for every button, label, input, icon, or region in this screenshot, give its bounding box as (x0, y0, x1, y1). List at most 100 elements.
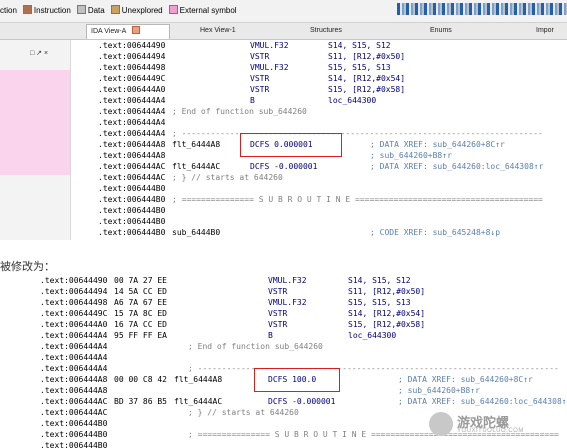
xref-comment[interactable]: ; DATA XREF: sub_644260:loc_644308↑r (398, 396, 567, 407)
comment: ; =============== S U B R O U T I N E ==… (172, 195, 543, 204)
tab-label: Structures (310, 27, 342, 34)
code-line[interactable]: .text:00644498 A6 7A 67 EE VMUL.F32 S15, S1… (30, 297, 567, 308)
address: .text:006444A4 (98, 96, 166, 105)
comment: ; End of function sub_644260 (172, 107, 307, 116)
code-line[interactable]: .text:006444A4 ; End of function sub_6442… (30, 341, 567, 352)
address: .text:006444A8 (40, 386, 108, 395)
comment: ; } // starts at 644260 (188, 408, 299, 417)
code-line[interactable]: .text:006444A4 (30, 352, 567, 363)
navigation-band[interactable] (397, 3, 567, 15)
legend-swatch (110, 5, 120, 14)
operands: S14, [R12,#0x54] (348, 309, 426, 318)
address: .text:00644494 (40, 287, 108, 296)
operands: loc_644300 (328, 96, 377, 105)
panel-controls[interactable]: □ ↗ × (30, 49, 48, 57)
mnemonic: VMUL.F32 (250, 41, 289, 50)
highlight-box (240, 133, 342, 157)
code-line[interactable]: .text:006444B0 (88, 205, 567, 216)
code-line[interactable]: .text:006444A4 ; End of function sub_6442… (88, 106, 567, 117)
code-line[interactable]: .text:006444B0 (30, 440, 567, 448)
address: .text:006444A4 (98, 118, 166, 127)
xref-comment[interactable]: ; sub_644260+B8↑r (370, 150, 452, 161)
mnemonic: VSTR (268, 320, 288, 329)
code-line[interactable]: .text:00644490 00 7A 27 EE VMUL.F32 S14, S1… (30, 275, 567, 286)
watermark: 游戏陀螺 YOUXITUOLUO.COM (429, 412, 559, 438)
address: .text:00644498 (98, 63, 166, 72)
label[interactable]: flt_6444AC (174, 396, 222, 407)
tab-label: IDA View-A (91, 28, 127, 35)
opcode-bytes: BD 37 86 B5 (114, 397, 167, 406)
legend-label: Instruction (33, 6, 71, 15)
code-line[interactable]: .text:006444AC flt_6444AC DCFS -0.000001 ; … (88, 161, 567, 172)
mnemonic: B (268, 331, 273, 340)
address: .text:006444A8 (40, 375, 108, 384)
address: .text:006444B0 (40, 430, 108, 439)
tab-structures[interactable]: Structures (306, 24, 390, 38)
tab-ida-view-a[interactable]: IDA View-A (86, 24, 170, 39)
legend-item: Data (76, 0, 105, 22)
legend-bar: ction Instruction Data Unexplored External s… (0, 0, 567, 23)
label[interactable]: flt_6444A8 (172, 139, 220, 150)
xref-comment[interactable]: ; DATA XREF: sub_644260:loc_644308↑r (370, 161, 543, 172)
tab-hex-view[interactable]: Hex View-1 (196, 24, 280, 38)
code-line[interactable]: .text:0064449C 15 7A 8C ED VSTR S14, [R12,#… (30, 308, 567, 319)
address: .text:006444B0 (98, 238, 165, 240)
address: .text:00644494 (98, 52, 166, 61)
label[interactable]: sub_6444B0 (172, 227, 220, 238)
code-line[interactable]: .text:00644490 VMUL.F32 S14, S15, S12 (88, 40, 567, 51)
code-line[interactable]: .text:006444B0 sub_6444B0 ; CODE XREF: sub… (88, 227, 567, 238)
close-icon[interactable] (132, 26, 141, 34)
opcode-bytes: 00 7A 27 EE (114, 276, 167, 285)
xref-comment[interactable]: ; sub_644260+B8↑r (398, 385, 480, 396)
code-line[interactable]: .text:00644494 VSTR S11, [R12,#0x50] (88, 51, 567, 62)
mnemonic: DCFS -0.000001 (268, 397, 336, 406)
mnemonic: VSTR (250, 85, 270, 94)
code-line[interactable]: .text:00644494 14 5A CC ED VSTR S11, [R12,#… (30, 286, 567, 297)
legend-label: External symbol (179, 6, 237, 15)
code-line[interactable]: .text:006444B0 (88, 216, 567, 227)
mnemonic: VMUL.F32 (250, 63, 289, 72)
address: .text:006444B0 (40, 441, 108, 448)
disassembly-view-before[interactable]: .text:00644490 VMUL.F32 S14, S15, S12 .text… (88, 40, 567, 240)
tab-label: Impor (536, 27, 554, 34)
label[interactable]: flt_6444A8 (174, 374, 222, 385)
operands: S15, S15, S13 (328, 63, 391, 72)
xref-comment[interactable]: ; sub_713A3C+58↓p ... (370, 238, 471, 240)
opcode-bytes: 16 7A CC ED (114, 320, 167, 329)
xref-comment[interactable]: ; DATA XREF: sub_644260+8C↑r (370, 139, 505, 150)
code-line[interactable]: .text:006444AC BD 37 86 B5 flt_6444AC DCFS … (30, 396, 567, 407)
caption-text: 被修改为： (0, 261, 55, 273)
opcode-bytes: 15 7A 8C ED (114, 309, 167, 318)
code-line[interactable]: .text:006444B0 ; =============== S U B R … (88, 194, 567, 205)
legend-item: Instruction (22, 0, 71, 22)
code-line[interactable]: .text:006444A0 VSTR S15, [R12,#0x58] (88, 84, 567, 95)
code-line[interactable]: .text:006444B0 ; sub_713A3C+58↓p ... (88, 238, 567, 240)
legend-item: Unexplored (110, 0, 163, 22)
xref-comment[interactable]: ; CODE XREF: sub_645248+8↓p (370, 227, 500, 238)
code-line[interactable]: .text:006444A4 Bloc_644300 (88, 95, 567, 106)
address: .text:006444A4 (40, 331, 108, 340)
code-line[interactable]: .text:006444A0 16 7A CC ED VSTR S15, [R12,#… (30, 319, 567, 330)
address: .text:006444B0 (98, 195, 166, 204)
code-line[interactable]: .text:006444B0 (88, 183, 567, 194)
legend-label: ction (0, 6, 17, 15)
legend-swatch (168, 5, 178, 14)
label[interactable]: flt_6444AC (172, 161, 220, 172)
left-panel-highlight (0, 70, 70, 175)
code-line[interactable]: .text:00644498 VMUL.F32 S15, S15, S13 (88, 62, 567, 73)
comment: ; --------------------------------------… (172, 129, 543, 138)
tab-imports[interactable]: Impor (532, 24, 567, 38)
xref-comment[interactable]: ; DATA XREF: sub_644260+8C↑r (398, 374, 533, 385)
tab-bar: □ ↗ × IDA View-A Hex View-1 Structures E… (0, 23, 567, 57)
address: .text:006444AC (40, 408, 108, 417)
code-line[interactable]: .text:006444A4 95 FF FF EA Bloc_644300 (30, 330, 567, 341)
code-line[interactable]: .text:0064449C VSTR S14, [R12,#0x54] (88, 73, 567, 84)
tab-label: Hex View-1 (200, 27, 236, 34)
code-line[interactable]: .text:006444A4 (88, 117, 567, 128)
code-line[interactable]: .text:006444AC ; } // starts at 644260 (88, 172, 567, 183)
address: .text:006444A4 (40, 353, 108, 362)
operands: S15, [R12,#0x58] (328, 85, 406, 94)
tab-enums[interactable]: Enums (426, 24, 490, 38)
address: .text:006444AC (98, 162, 166, 171)
address: .text:006444A0 (40, 320, 108, 329)
